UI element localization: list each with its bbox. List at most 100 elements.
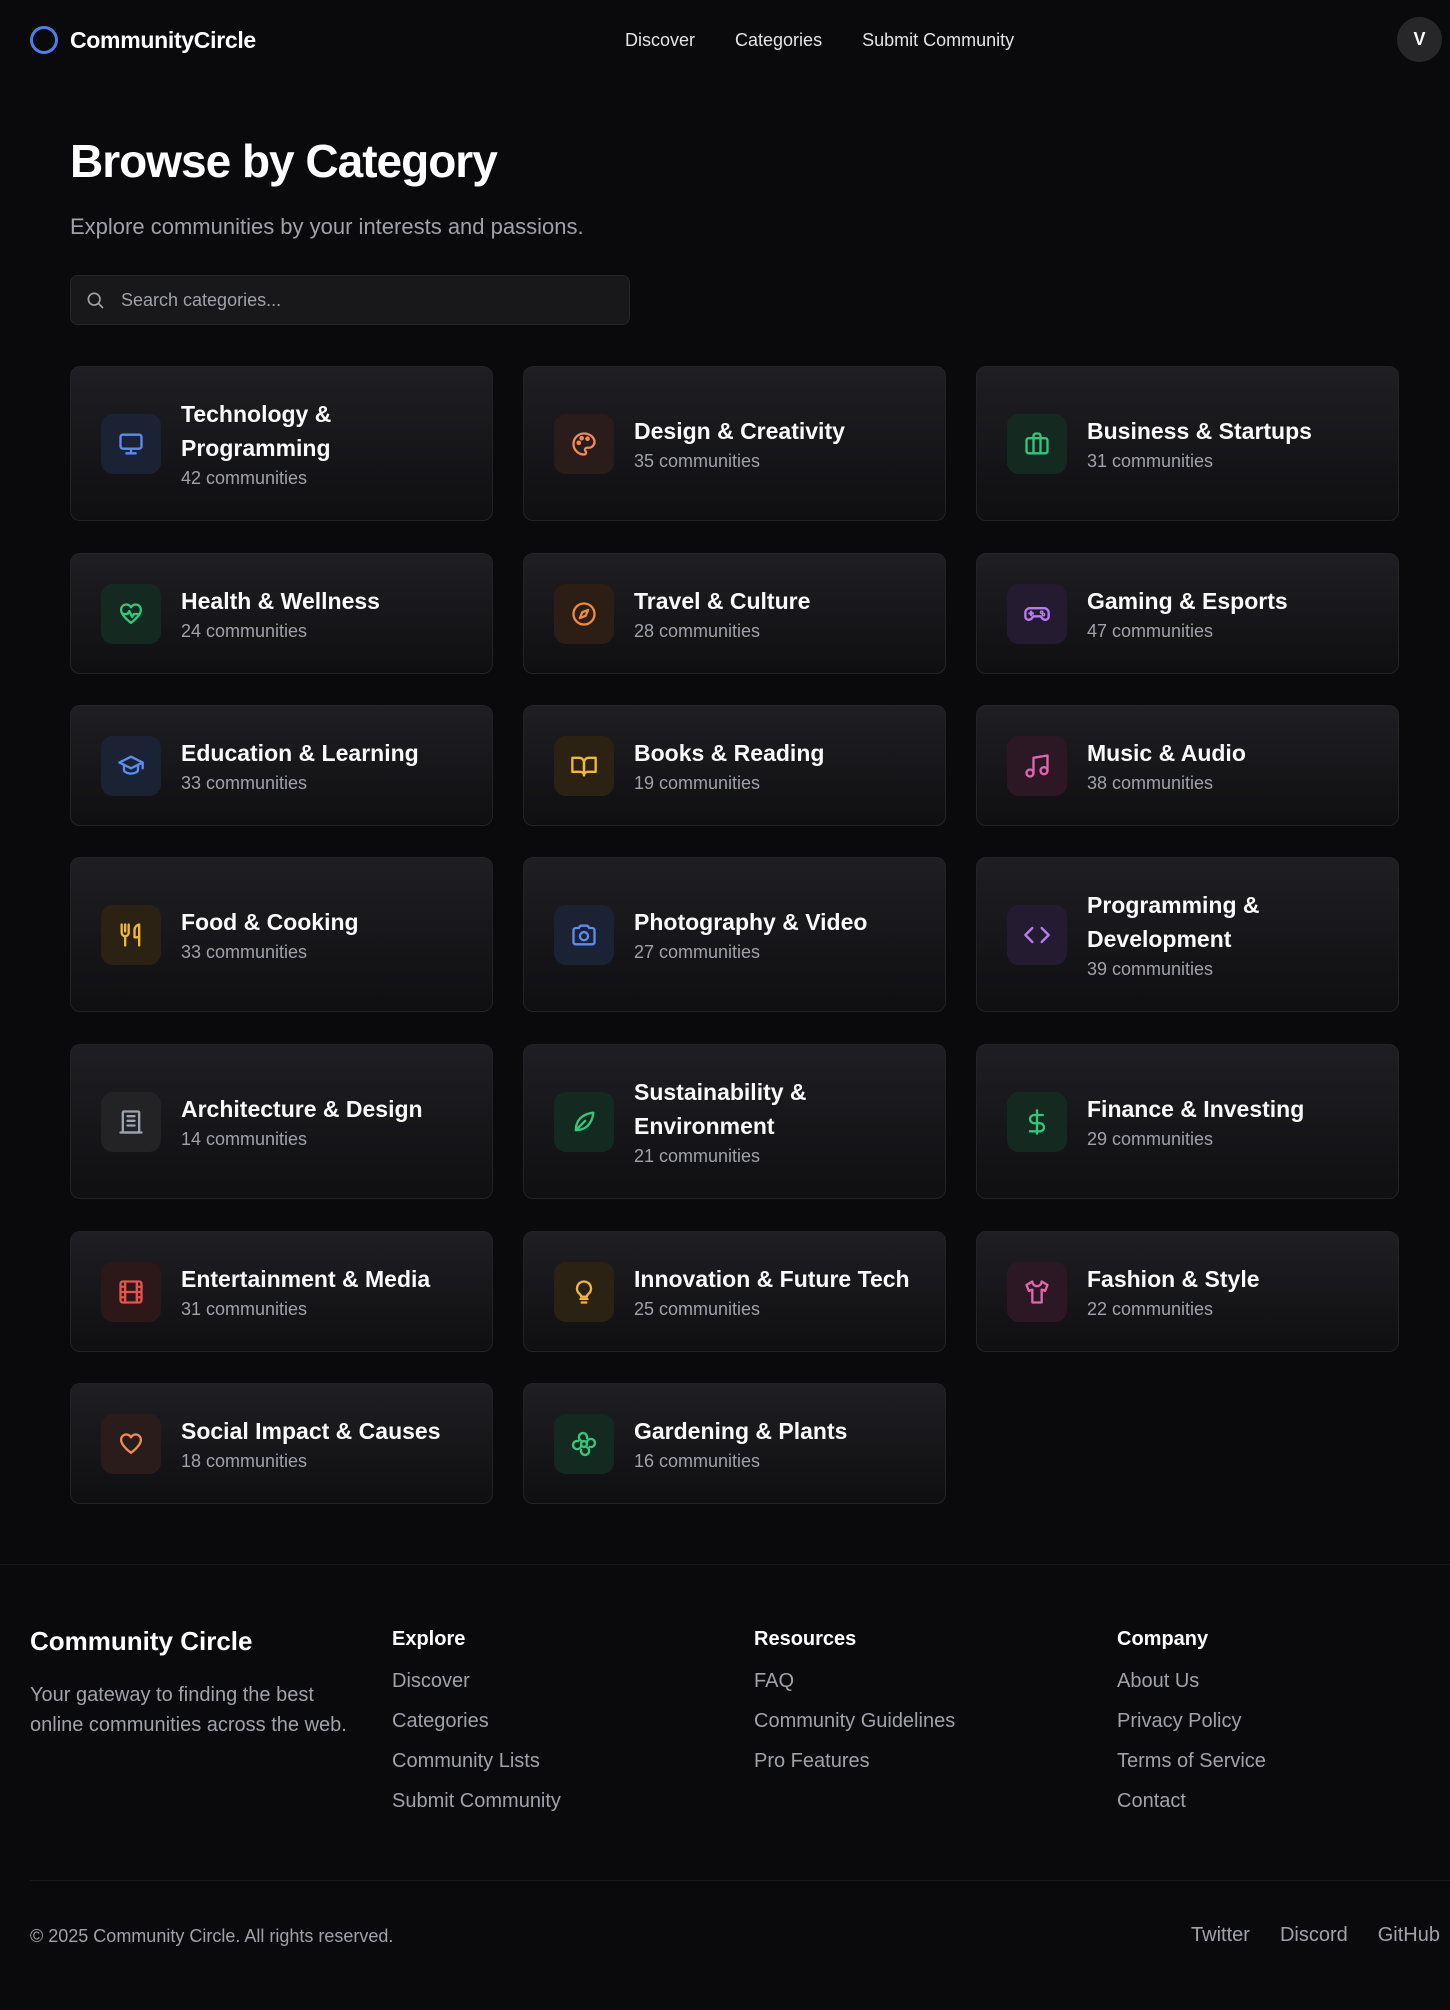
category-card[interactable]: Health & Wellness 24 communities	[70, 553, 493, 674]
logo[interactable]: CommunityCircle	[30, 26, 256, 54]
category-title: Innovation & Future Tech	[634, 1265, 910, 1292]
category-count: 47 communities	[1087, 620, 1214, 641]
category-title: Gardening & Plants	[634, 1417, 848, 1444]
footer-link-terms-of-service[interactable]: Terms of Service	[1117, 1751, 1266, 1771]
search-icon	[87, 292, 104, 309]
music-icon	[1025, 753, 1049, 778]
category-text: Architecture & Design 14 communities	[181, 1092, 423, 1152]
main-nav: Discover Categories Submit Community	[625, 30, 1014, 51]
category-count: 14 communities	[181, 1128, 308, 1149]
category-card[interactable]: Music & Audio 38 communities	[976, 705, 1399, 826]
category-text: Social Impact & Causes 18 communities	[181, 1414, 441, 1474]
category-title: Design & Creativity	[634, 417, 845, 444]
category-card[interactable]: Business & Startups 31 communities	[976, 366, 1399, 521]
github-link[interactable]: GitHub	[1378, 1924, 1440, 1947]
code-icon	[1024, 926, 1050, 943]
category-count: 29 communities	[1087, 1128, 1214, 1149]
category-icon-box	[101, 904, 161, 965]
footer-link-discover[interactable]: Discover	[392, 1671, 561, 1691]
footer-link-contact[interactable]: Contact	[1117, 1791, 1266, 1811]
footer-link-privacy-policy[interactable]: Privacy Policy	[1117, 1711, 1266, 1731]
category-text: Finance & Investing 29 communities	[1087, 1092, 1304, 1152]
compass-icon	[572, 601, 596, 626]
category-icon-box	[1007, 1261, 1067, 1322]
category-card[interactable]: Design & Creativity 35 communities	[523, 366, 946, 521]
category-card[interactable]: Programming & Development 39 communities	[976, 857, 1399, 1012]
footer-link-submit-community[interactable]: Submit Community	[392, 1791, 561, 1811]
camera-icon	[572, 924, 596, 945]
palette-icon	[572, 431, 596, 456]
user-avatar[interactable]: V	[1397, 17, 1442, 62]
category-text: Books & Reading 19 communities	[634, 736, 824, 796]
category-text: Gaming & Esports 47 communities	[1087, 584, 1288, 644]
category-card[interactable]: Fashion & Style 22 communities	[976, 1231, 1399, 1352]
utensils-icon	[120, 922, 141, 947]
page-subtitle: Explore communities by your interests an…	[70, 214, 584, 239]
category-card[interactable]: Innovation & Future Tech 25 communities	[523, 1231, 946, 1352]
film-icon	[119, 1279, 143, 1304]
category-count: 27 communities	[634, 941, 761, 962]
graduation-cap-icon	[118, 755, 144, 775]
building-icon	[119, 1109, 143, 1134]
nav-discover[interactable]: Discover	[625, 30, 695, 51]
category-count: 38 communities	[1087, 772, 1214, 793]
nav-submit-community[interactable]: Submit Community	[862, 30, 1014, 51]
category-icon-box	[101, 1091, 161, 1152]
category-card[interactable]: Entertainment & Media 31 communities	[70, 1231, 493, 1352]
category-count: 21 communities	[634, 1145, 761, 1166]
category-card[interactable]: Travel & Culture 28 communities	[523, 553, 946, 674]
category-text: Music & Audio 38 communities	[1087, 736, 1246, 796]
category-title: Finance & Investing	[1087, 1095, 1305, 1122]
category-icon-box	[101, 413, 161, 474]
category-icon-box	[101, 735, 161, 796]
category-count: 39 communities	[1087, 958, 1214, 979]
category-title: Health & Wellness	[181, 587, 380, 614]
category-card[interactable]: Education & Learning 33 communities	[70, 705, 493, 826]
footer-bottom-divider	[30, 1880, 1450, 1881]
twitter-link[interactable]: Twitter	[1191, 1924, 1250, 1947]
heart-icon	[119, 1432, 143, 1454]
monitor-icon	[119, 433, 143, 454]
category-title: Music & Audio	[1087, 739, 1246, 766]
category-card[interactable]: Books & Reading 19 communities	[523, 705, 946, 826]
category-title: Sustainability & Environment	[634, 1078, 807, 1139]
category-title: Photography & Video	[634, 908, 868, 935]
category-card[interactable]: Social Impact & Causes 18 communities	[70, 1383, 493, 1504]
category-card[interactable]: Food & Cooking 33 communities	[70, 857, 493, 1012]
footer-link-about-us[interactable]: About Us	[1117, 1671, 1266, 1691]
category-icon-box	[554, 583, 614, 644]
category-text: Technology & Programming 42 communities	[181, 397, 431, 491]
leaf-icon	[574, 1111, 595, 1131]
search-input[interactable]	[121, 289, 601, 311]
category-text: Innovation & Future Tech 25 communities	[634, 1262, 910, 1322]
category-icon-box	[554, 413, 614, 474]
top-header: CommunityCircle Discover Categories Subm…	[0, 0, 1450, 82]
category-count: 42 communities	[181, 467, 308, 488]
category-card[interactable]: Technology & Programming 42 communities	[70, 366, 493, 521]
category-icon-box	[1007, 413, 1067, 474]
category-card[interactable]: Gaming & Esports 47 communities	[976, 553, 1399, 674]
footer-link-pro-features[interactable]: Pro Features	[754, 1751, 955, 1771]
briefcase-icon	[1025, 431, 1049, 454]
category-title: Education & Learning	[181, 739, 419, 766]
footer-link-categories[interactable]: Categories	[392, 1711, 561, 1731]
footer-link-community-lists[interactable]: Community Lists	[392, 1751, 561, 1771]
category-card[interactable]: Finance & Investing 29 communities	[976, 1044, 1399, 1199]
social-links: Twitter Discord GitHub	[1191, 1924, 1440, 1947]
heart-pulse-icon	[119, 602, 143, 624]
category-card[interactable]: Photography & Video 27 communities	[523, 857, 946, 1012]
footer-link-community-guidelines[interactable]: Community Guidelines	[754, 1711, 955, 1731]
discord-link[interactable]: Discord	[1280, 1924, 1348, 1947]
category-icon-box	[554, 1413, 614, 1474]
category-icon-box	[554, 904, 614, 965]
gamepad-icon	[1024, 606, 1050, 621]
category-count: 22 communities	[1087, 1298, 1214, 1319]
category-card[interactable]: Gardening & Plants 16 communities	[523, 1383, 946, 1504]
category-card[interactable]: Sustainability & Environment 21 communiti…	[523, 1044, 946, 1199]
footer-link-faq[interactable]: FAQ	[754, 1671, 955, 1691]
nav-categories[interactable]: Categories	[735, 30, 822, 51]
category-title: Entertainment & Media	[181, 1265, 431, 1292]
category-card[interactable]: Architecture & Design 14 communities	[70, 1044, 493, 1199]
footer-description: Your gateway to finding the best online …	[30, 1684, 347, 1736]
footer-column-title: Company	[1117, 1628, 1209, 1650]
